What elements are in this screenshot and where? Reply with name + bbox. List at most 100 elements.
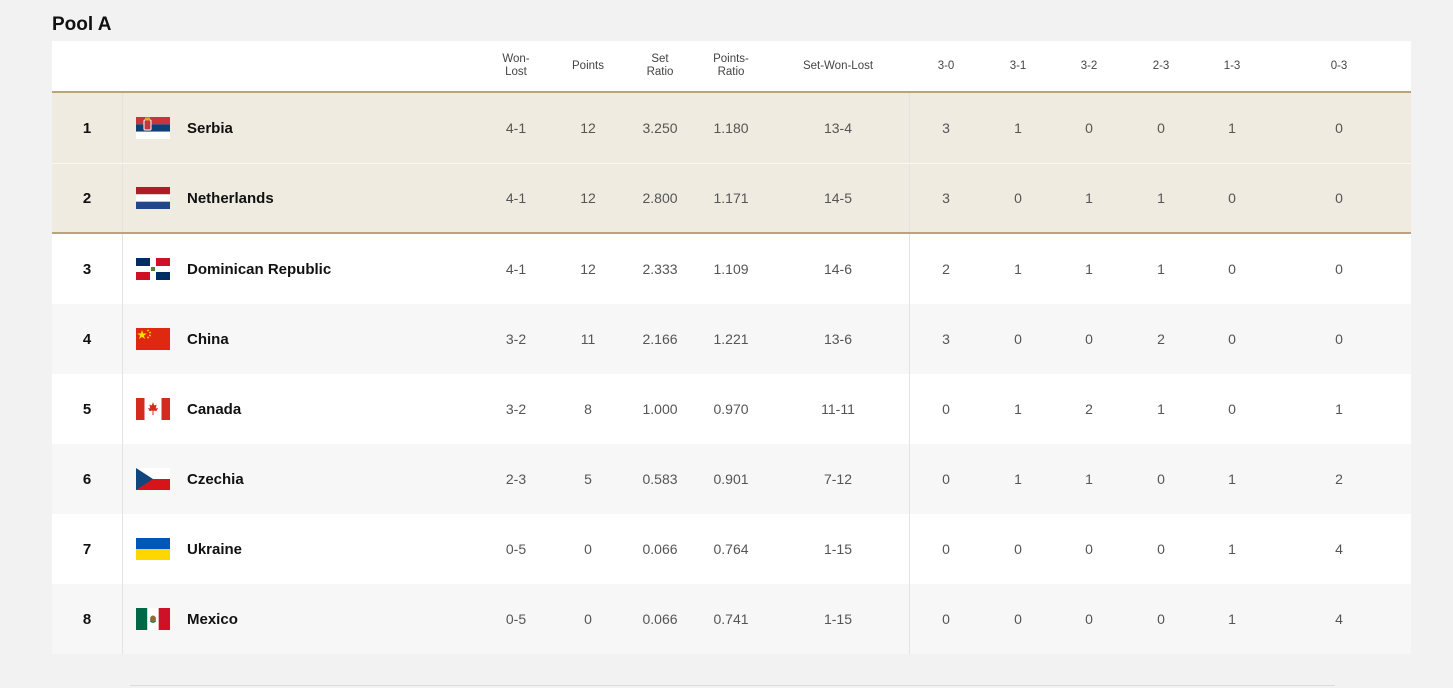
cell-3-1: 1 — [1014, 401, 1022, 417]
cell-1-3: 1 — [1228, 541, 1236, 557]
cell-3-2: 1 — [1085, 471, 1093, 487]
team-name[interactable]: Czechia — [187, 444, 244, 514]
cell-2-3: 0 — [1157, 120, 1165, 136]
cell-3-0: 0 — [942, 401, 950, 417]
cell-set-ratio: 0.583 — [642, 471, 678, 487]
china-flag-icon — [136, 328, 170, 350]
column-divider — [909, 584, 910, 654]
cell-set-won-lost: 13-6 — [823, 331, 853, 347]
cell-2-3: 1 — [1157, 190, 1165, 206]
header-1-3[interactable]: 1-3 — [1224, 41, 1241, 91]
team-name[interactable]: Ukraine — [187, 514, 242, 584]
cell-3-2: 0 — [1085, 120, 1093, 136]
cell-set-ratio: 1.000 — [642, 401, 678, 417]
cell-3-0: 3 — [942, 331, 950, 347]
cell-3-1: 1 — [1014, 261, 1022, 277]
cell-set-ratio: 3.250 — [642, 120, 678, 136]
cell-points-ratio: 0.764 — [713, 541, 749, 557]
cell-3-1: 1 — [1014, 471, 1022, 487]
team-name[interactable]: Canada — [187, 374, 241, 444]
cell-3-2: 0 — [1085, 541, 1093, 557]
header-2-3[interactable]: 2-3 — [1153, 41, 1170, 91]
cell-3-0: 0 — [942, 541, 950, 557]
header-3-2[interactable]: 3-2 — [1081, 41, 1098, 91]
cell-2-3: 2 — [1157, 331, 1165, 347]
cell-3-1: 0 — [1014, 331, 1022, 347]
header-3-1[interactable]: 3-1 — [1010, 41, 1027, 91]
cell-3-0: 3 — [942, 190, 950, 206]
header-set-won-lost[interactable]: Set-Won-Lost — [803, 41, 873, 91]
czechia-flag-icon — [136, 468, 170, 490]
cell-1-3: 1 — [1228, 611, 1236, 627]
cell-won-lost: 4-1 — [505, 120, 527, 136]
cell-3-2: 1 — [1085, 190, 1093, 206]
team-name[interactable]: China — [187, 304, 229, 374]
team-name[interactable]: Netherlands — [187, 164, 274, 232]
cell-points-ratio: 1.180 — [713, 120, 749, 136]
table-row[interactable]: 6 Czechia 2-3 5 0.583 0.901 7-12 0 1 1 0 1 2 — [52, 444, 1411, 514]
cell-3-0: 2 — [942, 261, 950, 277]
cell-points: 12 — [580, 261, 596, 277]
cell-3-0: 3 — [942, 120, 950, 136]
cell-2-3: 1 — [1157, 261, 1165, 277]
cell-points: 12 — [580, 120, 596, 136]
column-divider — [909, 444, 910, 514]
header-won-lost[interactable]: Won-Lost — [496, 41, 536, 91]
cell-points-ratio: 1.221 — [713, 331, 749, 347]
team-name[interactable]: Serbia — [187, 93, 233, 163]
cell-set-ratio: 2.800 — [642, 190, 678, 206]
cell-3-1: 1 — [1014, 120, 1022, 136]
serbia-flag-icon — [136, 117, 170, 139]
header-points-ratio[interactable]: Points-Ratio — [706, 41, 756, 91]
cell-won-lost: 4-1 — [505, 190, 527, 206]
cell-won-lost: 3-2 — [505, 401, 527, 417]
cell-0-3: 0 — [1335, 261, 1343, 277]
divider — [130, 685, 1335, 686]
cell-points: 0 — [584, 541, 592, 557]
dominican-republic-flag-icon — [136, 258, 170, 280]
rank-cell: 8 — [52, 584, 123, 654]
ukraine-flag-icon — [136, 538, 170, 560]
table-row[interactable]: 1 Serbia 4-1 12 3.250 1.180 13-4 3 1 0 0 1 0 — [52, 93, 1411, 163]
table-row[interactable]: 8 Mexico 0-5 0 0.066 0.741 1-15 0 0 0 0 1 4 — [52, 584, 1411, 654]
cell-set-ratio: 2.333 — [642, 261, 678, 277]
table-row[interactable]: 7 Ukraine 0-5 0 0.066 0.764 1-15 0 0 0 0 1 4 — [52, 514, 1411, 584]
rank-cell: 4 — [52, 304, 123, 374]
cell-1-3: 1 — [1228, 120, 1236, 136]
cell-points: 11 — [580, 331, 596, 347]
table-row[interactable]: 5 Canada 3-2 8 1.000 0.970 11-11 0 1 2 1 0 1 — [52, 374, 1411, 444]
header-points[interactable]: Points — [572, 41, 604, 91]
cell-won-lost: 0-5 — [505, 541, 527, 557]
table-row[interactable]: 2 Netherlands 4-1 12 2.800 1.171 14-5 3 0 1 1 0 0 — [52, 163, 1411, 234]
rank-cell: 6 — [52, 444, 123, 514]
netherlands-flag-icon — [136, 187, 170, 209]
pool-title: Pool A — [52, 14, 112, 35]
header-0-3[interactable]: 0-3 — [1331, 41, 1348, 91]
cell-3-1: 0 — [1014, 611, 1022, 627]
table-row[interactable]: 4 China 3-2 11 2.166 1.221 13-6 3 0 0 2 0 0 — [52, 304, 1411, 374]
cell-set-won-lost: 7-12 — [823, 471, 853, 487]
table-row[interactable]: 3 Dominican Republic 4-1 12 2.333 1.109 14-6 2 1… — [52, 234, 1411, 304]
column-divider — [909, 514, 910, 584]
team-name[interactable]: Mexico — [187, 584, 238, 654]
cell-3-2: 1 — [1085, 261, 1093, 277]
column-divider — [909, 234, 910, 304]
cell-1-3: 0 — [1228, 190, 1236, 206]
canada-flag-icon — [136, 398, 170, 420]
cell-0-3: 0 — [1335, 331, 1343, 347]
header-3-0[interactable]: 3-0 — [938, 41, 955, 91]
cell-points: 8 — [584, 401, 592, 417]
header-set-ratio[interactable]: Set Ratio — [643, 41, 677, 91]
cell-3-0: 0 — [942, 611, 950, 627]
cell-won-lost: 3-2 — [505, 331, 527, 347]
cell-points: 0 — [584, 611, 592, 627]
cell-1-3: 0 — [1228, 401, 1236, 417]
cell-0-3: 1 — [1335, 401, 1343, 417]
team-name[interactable]: Dominican Republic — [187, 234, 331, 304]
cell-points: 12 — [580, 190, 596, 206]
cell-0-3: 0 — [1335, 190, 1343, 206]
cell-won-lost: 0-5 — [505, 611, 527, 627]
table-header: Won-Lost Points Set Ratio Points-Ratio S… — [52, 41, 1411, 93]
cell-2-3: 1 — [1157, 401, 1165, 417]
cell-0-3: 4 — [1335, 541, 1343, 557]
